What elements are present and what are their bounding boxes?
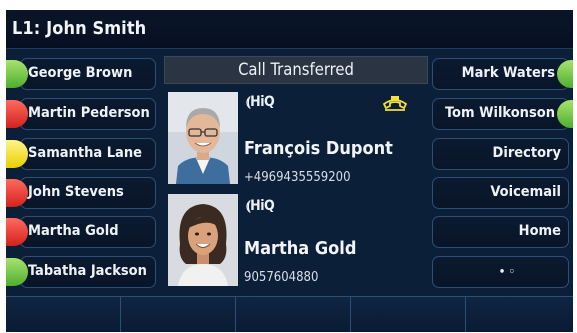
line-key-george-brown[interactable]: George Brown: [6, 58, 158, 90]
party2-number: 9057604880: [244, 270, 319, 285]
line-key-label: George Brown: [28, 65, 133, 81]
softkey-5[interactable]: [466, 297, 573, 332]
voicemail-label: Voicemail: [490, 184, 561, 200]
phone-handset-icon: [382, 94, 408, 116]
page-dots: • ◦: [498, 265, 515, 278]
voicemail-key[interactable]: Voicemail: [432, 177, 573, 209]
call-status-banner: Call Transferred: [164, 56, 428, 84]
line-key-label: Mark Waters: [461, 65, 555, 81]
party1-number: +4969435559200: [244, 170, 351, 185]
line-key-john-stevens[interactable]: John Stevens: [6, 177, 158, 209]
home-key[interactable]: Home: [432, 216, 573, 248]
hiq-logo-icon: ⦅HiQ: [246, 94, 275, 110]
caller-photo-woman: [168, 194, 238, 286]
line-key-martin-pederson[interactable]: Martin Pederson: [6, 98, 158, 130]
line-key-label: John Stevens: [28, 184, 124, 200]
directory-label: Directory: [492, 145, 561, 161]
softkey-4[interactable]: [351, 297, 466, 332]
softkey-2[interactable]: [121, 297, 236, 332]
party2-name: Martha Gold: [244, 238, 357, 259]
softkey-bar: [6, 296, 573, 332]
page-indicator-key[interactable]: • ◦: [432, 256, 573, 288]
title-bar: L1: John Smith: [6, 10, 573, 49]
line-title: L1: John Smith: [12, 18, 147, 39]
line-key-mark-waters[interactable]: Mark Waters: [432, 58, 573, 90]
party1-name: François Dupont: [244, 138, 393, 159]
line-key-label: Martin Pederson: [28, 105, 150, 121]
softkey-1[interactable]: [6, 297, 121, 332]
phone-screen: L1: John Smith George Brown Martin Peder…: [6, 10, 573, 332]
softkey-3[interactable]: [236, 297, 351, 332]
home-label: Home: [518, 223, 561, 239]
line-key-samantha-lane[interactable]: Samantha Lane: [6, 138, 158, 170]
line-key-label: Samantha Lane: [28, 145, 142, 161]
line-key-label: Tabatha Jackson: [28, 263, 147, 279]
caller-photo-man: [168, 92, 238, 184]
line-key-label: Tom Wilkonson: [445, 105, 555, 121]
line-key-tom-wilkonson[interactable]: Tom Wilkonson: [432, 98, 573, 130]
directory-key[interactable]: Directory: [432, 138, 573, 170]
hiq-logo-icon: ⦅HiQ: [246, 198, 275, 214]
call-status: Call Transferred: [238, 60, 354, 79]
line-key-tabatha-jackson[interactable]: Tabatha Jackson: [6, 256, 158, 288]
line-key-martha-gold[interactable]: Martha Gold: [6, 216, 158, 248]
line-key-label: Martha Gold: [28, 223, 119, 239]
